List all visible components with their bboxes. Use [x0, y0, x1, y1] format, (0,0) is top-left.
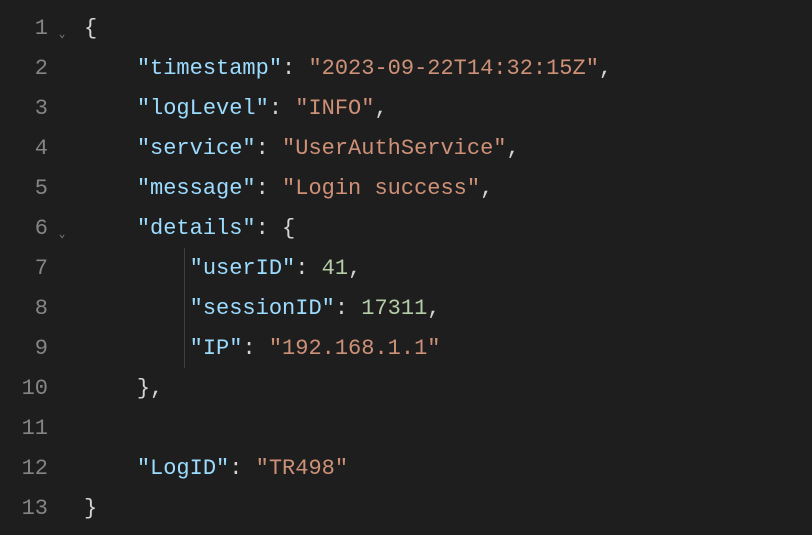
line-number: 7 [0, 256, 48, 281]
code-line: "details": { [84, 208, 812, 248]
code-line: "message": "Login success", [84, 168, 812, 208]
json-value: "INFO" [295, 96, 374, 121]
json-value: "TR498" [256, 456, 348, 481]
line-number: 4 [0, 136, 48, 161]
json-key: "message" [137, 176, 256, 201]
line-number: 9 [0, 336, 48, 361]
code-line: "service": "UserAuthService", [84, 128, 812, 168]
line-number: 11 [0, 416, 48, 441]
fold-icon[interactable]: ⌄ [52, 227, 72, 241]
json-value: 17311 [361, 296, 427, 321]
line-number: 10 [0, 376, 48, 401]
code-line: { [84, 8, 812, 48]
json-key: "logLevel" [137, 96, 269, 121]
json-key: "IP" [190, 336, 243, 361]
json-key: "timestamp" [137, 56, 282, 81]
line-number: 3 [0, 96, 48, 121]
line-number: 12 [0, 456, 48, 481]
code-line: "logLevel": "INFO", [84, 88, 812, 128]
open-brace: { [84, 16, 97, 41]
json-value: "UserAuthService" [282, 136, 506, 161]
line-number: 5 [0, 176, 48, 201]
line-number: 6 [0, 216, 48, 241]
json-value: "192.168.1.1" [269, 336, 441, 361]
line-number: 8 [0, 296, 48, 321]
code-editor[interactable]: { "timestamp": "2023-09-22T14:32:15Z", "… [78, 0, 812, 535]
code-line [84, 408, 812, 448]
json-key: "userID" [190, 256, 296, 281]
open-brace: { [282, 216, 295, 241]
json-key: "LogID" [137, 456, 229, 481]
close-brace: } [137, 376, 150, 401]
code-line: "userID": 41, [84, 248, 812, 288]
json-value: 41 [322, 256, 348, 281]
json-key: "service" [137, 136, 256, 161]
json-value: "2023-09-22T14:32:15Z" [308, 56, 598, 81]
fold-icon[interactable]: ⌄ [52, 27, 72, 41]
line-number: 1 [0, 16, 48, 41]
code-line: "IP": "192.168.1.1" [84, 328, 812, 368]
code-line: "LogID": "TR498" [84, 448, 812, 488]
code-line: "sessionID": 17311, [84, 288, 812, 328]
line-number: 2 [0, 56, 48, 81]
json-key: "sessionID" [190, 296, 335, 321]
code-line: } [84, 488, 812, 528]
code-line: }, [84, 368, 812, 408]
code-line: "timestamp": "2023-09-22T14:32:15Z", [84, 48, 812, 88]
json-key: "details" [137, 216, 256, 241]
json-value: "Login success" [282, 176, 480, 201]
line-number-gutter: 1 ⌄ 2 3 4 5 6 ⌄ 7 8 9 10 11 12 13 [0, 0, 78, 535]
line-number: 13 [0, 496, 48, 521]
close-brace: } [84, 496, 97, 521]
